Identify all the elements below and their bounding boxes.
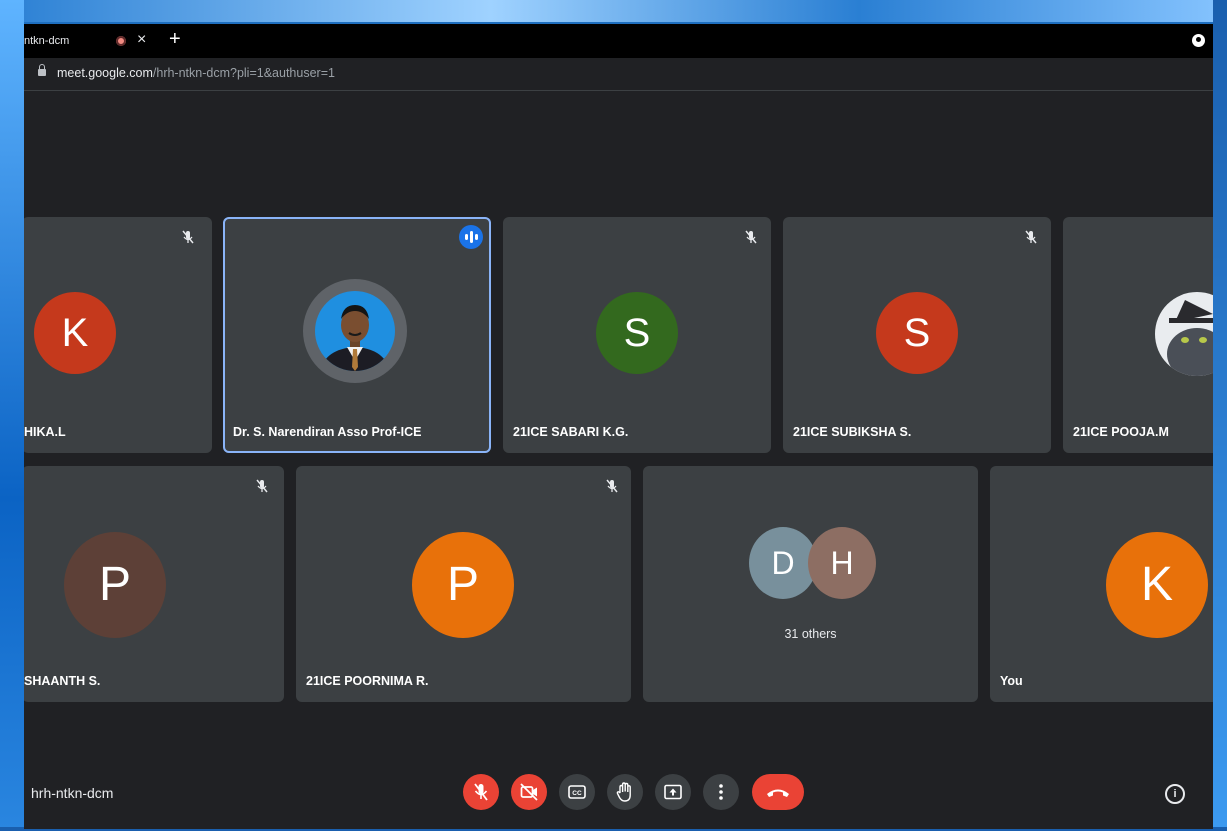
others-avatar-d: D: [749, 527, 817, 599]
raise-hand-button[interactable]: [607, 774, 643, 810]
present-screen-icon: [664, 784, 682, 800]
participant-name: 21ICE SABARI K.G.: [513, 425, 629, 439]
mic-off-icon: [1025, 230, 1037, 244]
hang-up-icon: [767, 789, 789, 797]
participant-avatar: P: [412, 532, 514, 638]
others-avatar-h: H: [808, 527, 876, 599]
photo-frame-top: [0, 0, 1227, 22]
present-screen-button[interactable]: [655, 774, 691, 810]
mic-off-icon: [745, 230, 757, 244]
closed-captions-icon: CC: [568, 785, 586, 799]
meeting-code: hrh-ntkn-dcm: [31, 785, 114, 801]
more-options-button[interactable]: [703, 774, 739, 810]
leave-call-button[interactable]: [752, 774, 804, 810]
self-name: You: [1000, 674, 1023, 688]
participant-photo-avatar: [315, 291, 395, 371]
svg-text:CC: CC: [572, 790, 582, 797]
participant-name: 21ICE POOJA.M: [1073, 425, 1169, 439]
participant-avatar: P: [64, 532, 166, 638]
camera-off-icon: [520, 783, 538, 801]
participant-name: 21ICE POORNIMA R.: [306, 674, 429, 688]
participant-tile[interactable]: S 21ICE SUBIKSHA S.: [783, 217, 1051, 453]
others-tile[interactable]: D H 31 others: [643, 466, 978, 702]
tab-title: ntkn-dcm: [24, 35, 70, 47]
photo-frame-left: [0, 0, 24, 831]
self-tile[interactable]: K You: [990, 466, 1213, 702]
participant-tile[interactable]: S 21ICE SABARI K.G.: [503, 217, 771, 453]
address-bar-divider: [24, 90, 1213, 91]
url-host: meet.google.com: [57, 66, 153, 80]
url-text[interactable]: meet.google.com/hrh-ntkn-dcm?pli=1&authu…: [57, 66, 335, 80]
participant-tile[interactable]: P SHAANTH S.: [24, 466, 284, 702]
mic-off-icon: [606, 479, 618, 493]
meeting-info-icon[interactable]: i: [1165, 784, 1185, 804]
mic-off-icon: [474, 783, 488, 801]
participant-tile[interactable]: 21ICE POOJA.M: [1063, 217, 1213, 453]
speaking-indicator-icon: [459, 225, 483, 249]
address-bar[interactable]: meet.google.com/hrh-ntkn-dcm?pli=1&authu…: [24, 58, 1213, 90]
browser-tab-bar: ntkn-dcm × +: [24, 24, 1213, 58]
browser-tab[interactable]: ntkn-dcm ×: [24, 24, 164, 58]
mic-off-icon: [256, 479, 268, 493]
mic-toggle-button[interactable]: [463, 774, 499, 810]
participant-tile[interactable]: P 21ICE POORNIMA R.: [296, 466, 631, 702]
camera-toggle-button[interactable]: [511, 774, 547, 810]
others-count-label: 31 others: [784, 627, 837, 641]
mic-off-icon: [182, 230, 194, 244]
captions-button[interactable]: CC: [559, 774, 595, 810]
hand-icon: [616, 782, 631, 802]
new-tab-button[interactable]: +: [169, 28, 181, 51]
participant-tile[interactable]: K HIKA.L: [24, 217, 212, 453]
participant-avatar: S: [876, 292, 958, 374]
meet-window: ntkn-dcm × + meet.google.com/hrh-ntkn-dc…: [24, 24, 1213, 829]
participant-name: 21ICE SUBIKSHA S.: [793, 425, 912, 439]
lock-icon[interactable]: [38, 64, 46, 76]
profile-icon[interactable]: [1192, 34, 1205, 47]
participant-name: SHAANTH S.: [24, 674, 101, 688]
participant-tile-speaking[interactable]: Dr. S. Narendiran Asso Prof-ICE: [223, 217, 491, 453]
participant-name: HIKA.L: [24, 425, 66, 439]
photo-frame-right: [1213, 0, 1227, 831]
participant-photo-avatar: [1155, 292, 1213, 376]
more-vert-icon: [719, 784, 723, 800]
participant-avatar: S: [596, 292, 678, 374]
tab-close-icon[interactable]: ×: [137, 31, 146, 49]
recording-indicator-icon: [116, 36, 126, 46]
self-avatar: K: [1106, 532, 1208, 638]
participant-avatar: K: [34, 292, 116, 374]
url-path: /hrh-ntkn-dcm?pli=1&authuser=1: [152, 66, 335, 80]
participant-name: Dr. S. Narendiran Asso Prof-ICE: [233, 425, 422, 439]
